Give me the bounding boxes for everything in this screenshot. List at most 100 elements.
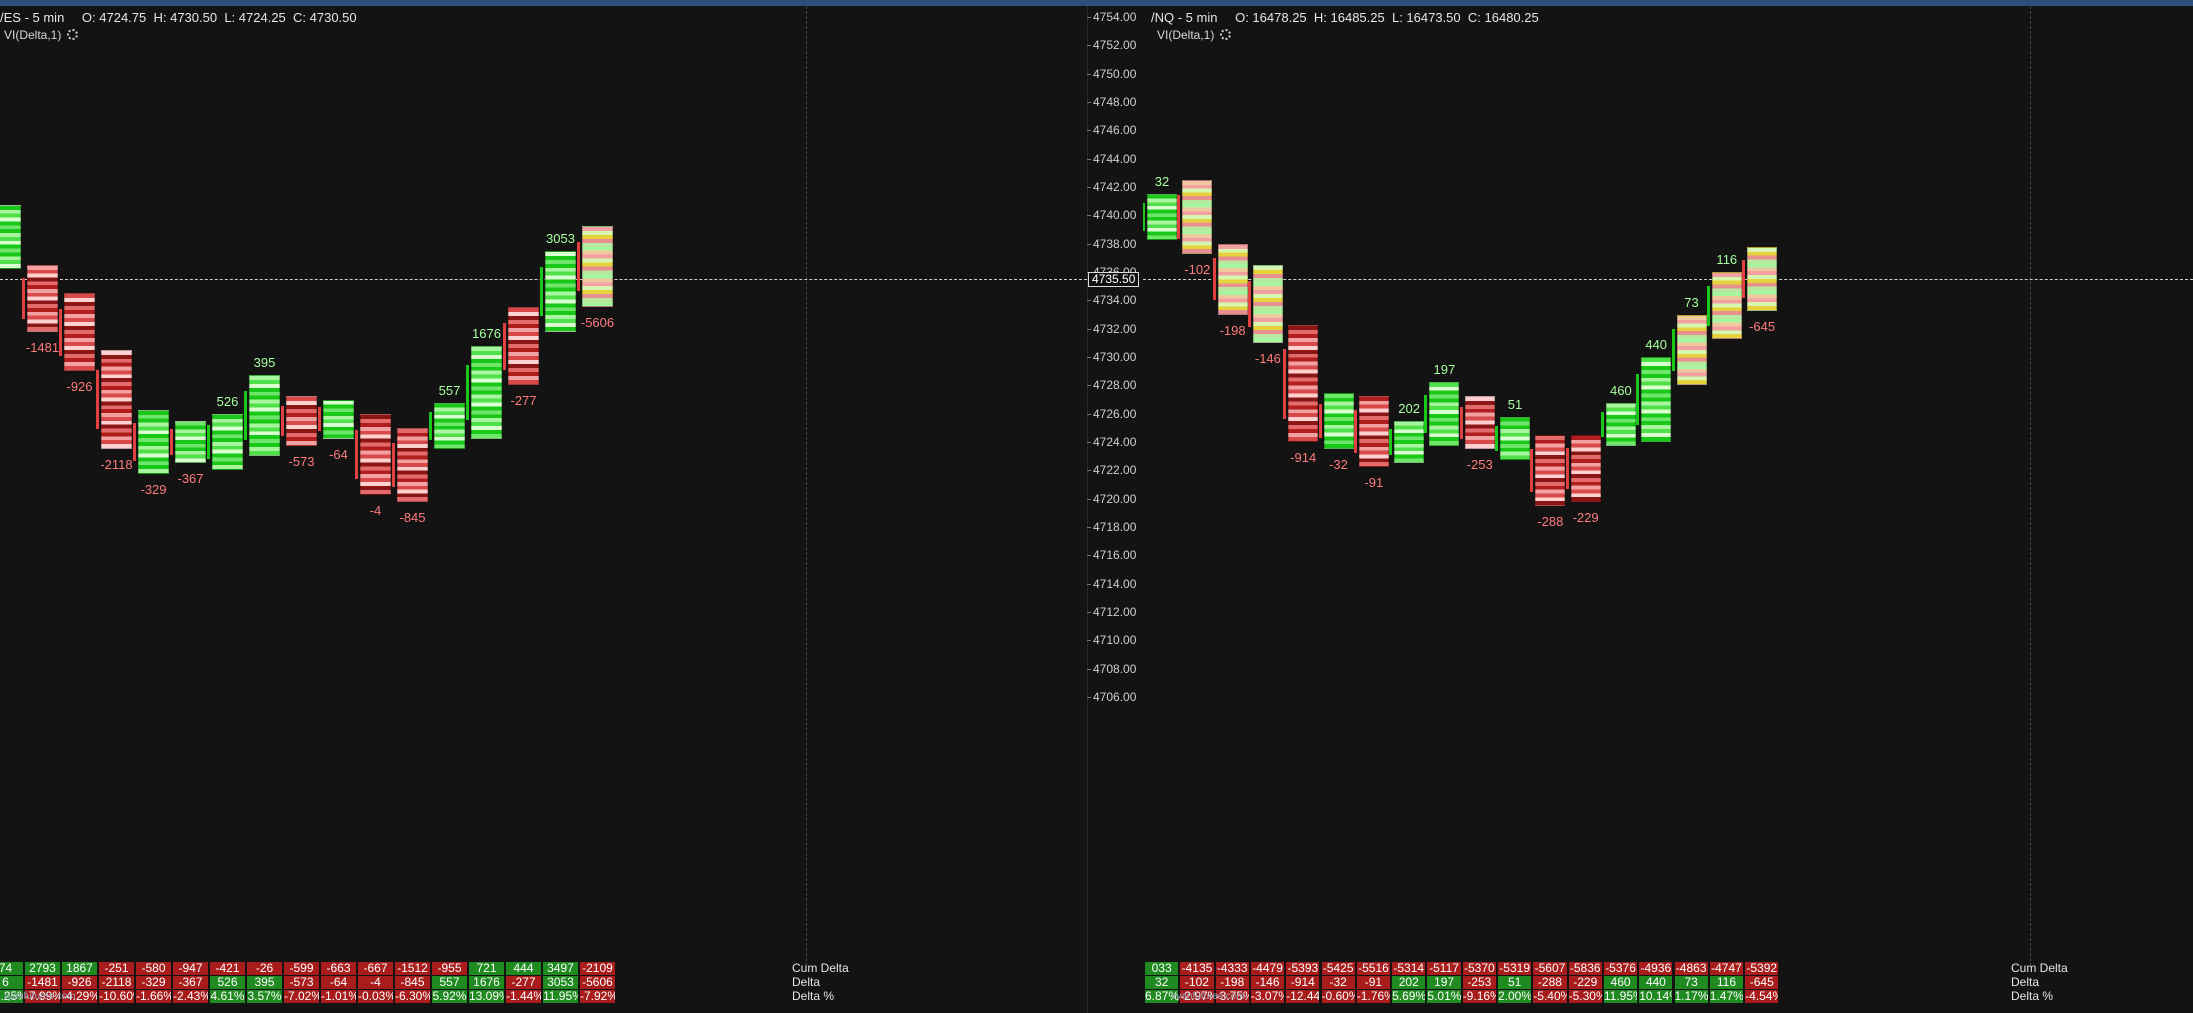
delta-table-cell: -573 [284,976,319,989]
indicator-label[interactable]: VI(Delta,1) [1157,28,1232,42]
bar-range-marker [577,242,580,292]
footprint-bar[interactable] [1641,357,1672,443]
footprint-bar[interactable] [1570,435,1601,503]
delta-table-cell: -0.03% [358,990,393,1003]
bar-delta-label: -229 [1572,510,1599,526]
delta-table-cell: -1.44% [506,990,541,1003]
footprint-bar[interactable] [434,403,465,450]
ohlc-high: H: 4730.50 [153,10,218,25]
delta-table-cell: 11.95% [543,990,578,1003]
bar-range-marker [1212,257,1216,301]
delta-table-cell: -580 [136,962,171,975]
footprint-bar[interactable] [1288,325,1319,443]
bar-range-marker [1459,406,1463,439]
delta-table-cell: 116 [1709,976,1744,989]
delta-table-cell: -2118 [99,976,134,989]
footprint-bar[interactable] [582,226,613,308]
delta-table-cell: 74 [0,962,23,975]
footprint-bar[interactable] [64,293,95,372]
delta-table-cell: -1.76% [1356,990,1391,1003]
footprint-bar[interactable] [1464,396,1495,450]
delta-table-cell: 73 [1674,976,1708,989]
footprint-bar[interactable] [1676,314,1707,386]
delta-table-cell: 3497 [543,962,578,975]
footprint-bar[interactable] [1323,392,1354,450]
delta-table-cell: -7.02% [284,990,319,1003]
delta-table-cell: -4135 [1180,962,1214,975]
delta-table-cell: -0.60% [1321,990,1355,1003]
bar-delta-label: -926 [66,379,93,395]
delta-table-cell: -4936 [1639,962,1673,975]
bar-range-marker [207,425,210,460]
footprint-bar[interactable] [508,307,539,386]
footprint-bar[interactable] [545,250,576,333]
bar-range-marker [1389,429,1393,455]
delta-table-cell: -599 [284,962,319,975]
delta-table-cell: -5.30% [1568,990,1602,1003]
bar-delta-label: 1676 [472,326,501,342]
bar-range-marker [1636,374,1640,426]
footprint-bar[interactable] [1252,264,1283,343]
footprint-bar[interactable] [360,413,391,496]
chart-panel-es[interactable]: /ES - 5 min O: 4724.75 H: 4730.50 L: 472… [0,6,1087,1013]
footprint-bar[interactable] [471,346,502,439]
indicator-name: VI(Delta,1) [1157,28,1215,42]
symbol-label[interactable]: /ES - 5 min [0,10,64,25]
bar-delta-label: -573 [288,453,315,469]
bar-delta-label: 73 [1684,294,1699,310]
price-axis[interactable]: 4754.00 4752.00 4750.00 4748.00 4746.00 4744.… [1086,6,1145,1013]
footprint-bar[interactable] [1182,179,1213,255]
footprint-bar[interactable] [1394,420,1425,464]
price-tick-label: 4748.00 [1086,95,1137,110]
indicator-label[interactable]: VI(Delta,1) [4,28,79,42]
delta-table-cell: -367 [173,976,208,989]
bar-delta-label: 3053 [546,230,575,246]
footprint-bar[interactable] [1358,396,1389,467]
footprint-bar[interactable] [323,399,354,439]
footprint-bar[interactable] [286,396,317,446]
gear-icon[interactable] [67,29,79,40]
bar-delta-label: -329 [140,481,167,497]
footprint-bar[interactable] [1147,194,1177,241]
price-tick-label: 4712.00 [1086,605,1137,620]
session-divider-line [806,6,807,966]
current-price-marker: 4735.50 [1088,272,1140,288]
price-tick-label: 4724.00 [1086,435,1137,450]
bar-range-marker [1706,285,1710,326]
footprint-bar[interactable] [138,410,169,474]
footprint-bar[interactable] [397,427,428,503]
footprint-bar[interactable] [1500,417,1530,460]
chart-panel-nq[interactable]: /NQ - 5 min O: 16478.25 H: 16485.25 L: 1… [1143,6,2193,1013]
ohlc-close: C: 16480.25 [1467,10,1539,25]
footprint-bar[interactable] [1747,247,1778,311]
price-tick-label: 4716.00 [1086,548,1137,563]
delta-table-cell: 202 [1392,976,1426,989]
bar-range-marker [392,442,395,488]
delta-table-cell: -4479 [1250,962,1285,975]
footprint-bar[interactable] [1217,243,1248,315]
footprint-bar[interactable] [1605,403,1636,446]
delta-table-cell: -4863 [1674,962,1708,975]
symbol-label[interactable]: /NQ - 5 min [1151,10,1217,25]
footprint-bar[interactable] [0,204,21,269]
table-row-label: Delta [2011,975,2040,989]
footprint-bar[interactable] [1711,272,1742,340]
delta-table-cell: -7.92% [580,990,615,1003]
footprint-bar[interactable] [175,420,206,464]
indicator-name: VI(Delta,1) [4,28,62,42]
bar-delta-label: 116 [1716,252,1738,268]
footprint-bar[interactable] [1535,435,1566,506]
gear-icon[interactable] [1220,29,1232,40]
price-tick-label: 4710.00 [1086,633,1137,648]
footprint-bar[interactable] [27,264,58,333]
footprint-bar[interactable] [212,413,243,471]
footprint-bar[interactable] [101,349,132,450]
bar-range-marker [466,364,469,421]
delta-table-cell: -914 [1286,976,1320,989]
delta-table-cell: 2.00% [1498,990,1532,1003]
footprint-bar[interactable] [249,374,280,457]
bar-range-marker [1671,328,1675,372]
footprint-bar[interactable] [1429,381,1460,446]
bar-range-marker [1565,448,1569,489]
delta-table-cell: 32 [1145,976,1179,989]
